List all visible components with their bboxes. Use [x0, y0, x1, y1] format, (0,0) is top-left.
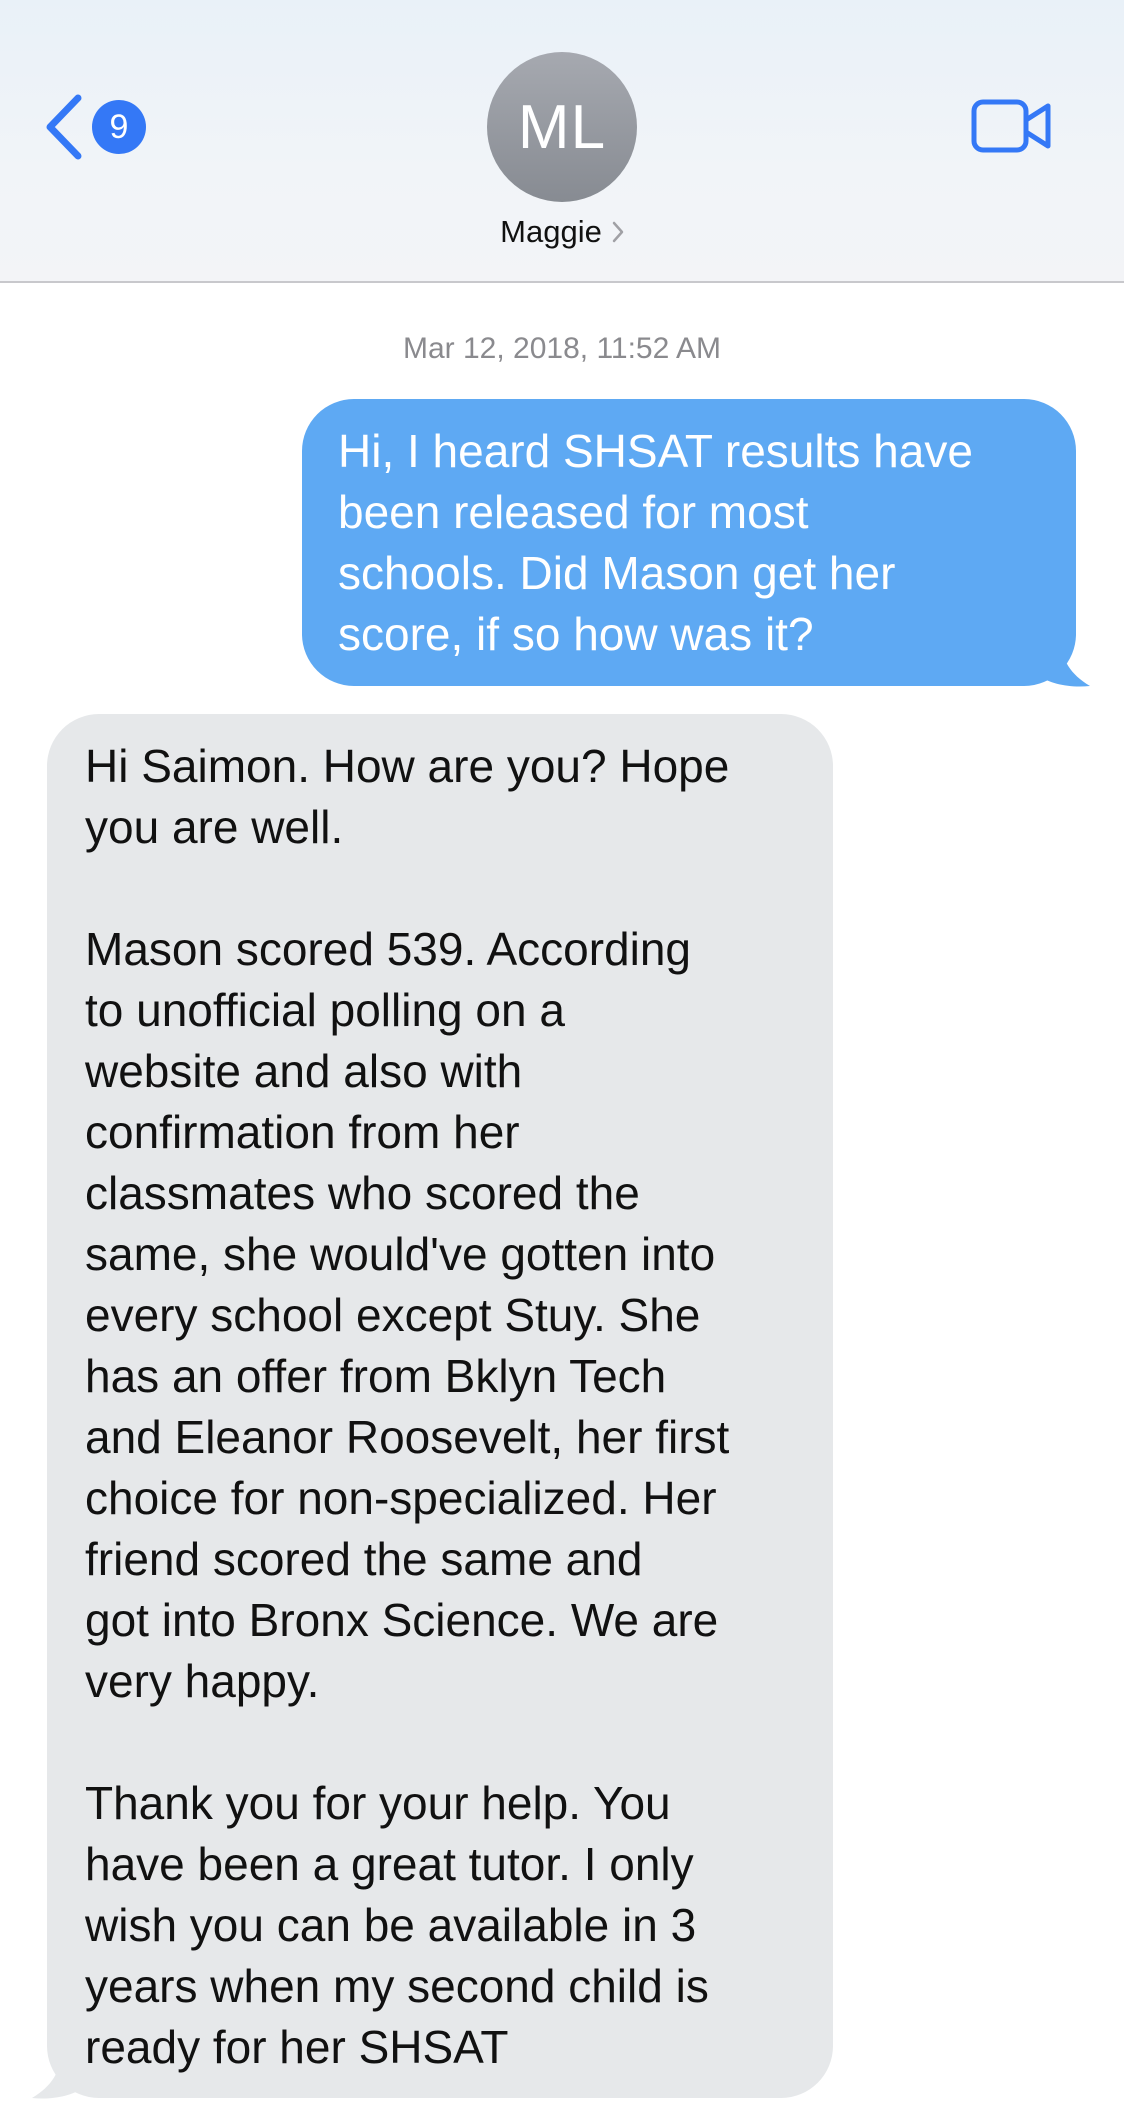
chevron-right-icon: [612, 221, 624, 243]
received-message-bubble[interactable]: Hi Saimon. How are you? Hope you are wel…: [47, 714, 833, 2098]
sent-message-bubble[interactable]: Hi, I heard SHSAT results have been rele…: [302, 399, 1076, 686]
message-timestamp: Mar 12, 2018, 11:52 AM: [403, 332, 721, 365]
unread-count-badge: 9: [92, 100, 146, 154]
contact-name-button[interactable]: Maggie: [0, 214, 1124, 250]
conversation-header: 9 ML Maggie: [0, 0, 1124, 283]
video-call-button[interactable]: [970, 96, 1054, 156]
contact-name: Maggie: [500, 214, 602, 249]
avatar[interactable]: ML: [487, 52, 637, 202]
video-camera-icon: [970, 99, 1054, 160]
chevron-left-icon: [44, 94, 84, 160]
sent-bubble-tail: [1040, 640, 1090, 687]
received-bubble-tail: [32, 2052, 82, 2099]
back-button[interactable]: 9: [44, 92, 164, 162]
